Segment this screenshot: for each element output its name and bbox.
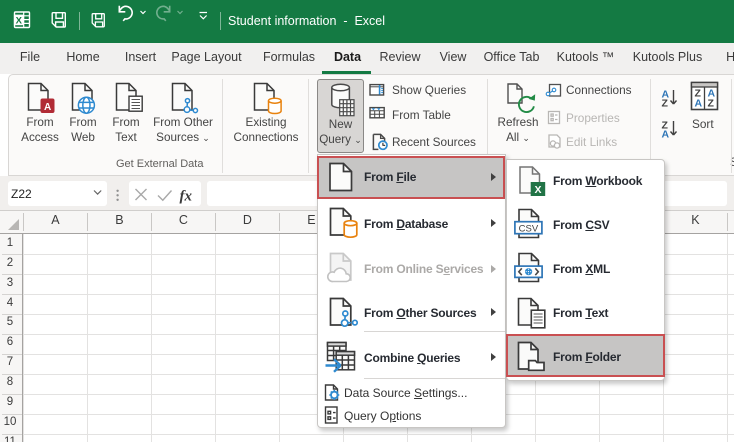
svg-text:A: A xyxy=(695,98,703,110)
svg-text:A: A xyxy=(662,129,670,141)
svg-text:CSV: CSV xyxy=(519,223,539,234)
svg-text:A: A xyxy=(44,102,51,113)
svg-text:Z: Z xyxy=(662,98,669,110)
svg-text:X: X xyxy=(534,184,541,196)
svg-text:X: X xyxy=(16,15,23,26)
svg-text:Z: Z xyxy=(708,98,715,110)
svg-text:fx: fx xyxy=(180,189,193,205)
